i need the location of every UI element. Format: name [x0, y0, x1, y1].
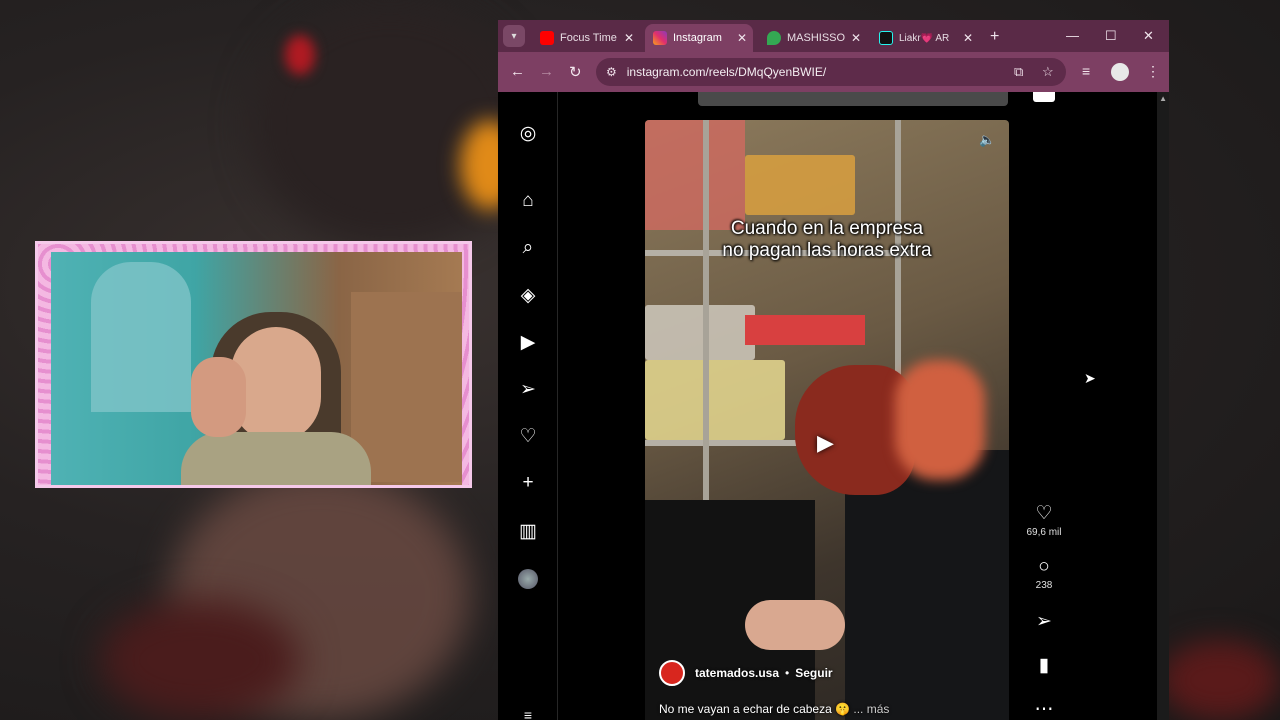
reel-owner-row: tatemados.usa • Seguir — [659, 660, 833, 686]
bookmark-icon[interactable]: ▮ — [1026, 654, 1062, 677]
tab-label: MASHISSO — [787, 32, 846, 44]
worker-hair-highlight — [895, 360, 985, 480]
like-count: 69,6 mil — [1026, 527, 1062, 538]
dashboard-chart-icon[interactable]: ▥ — [517, 520, 539, 542]
reels-icon[interactable]: ▶ — [517, 331, 539, 353]
profile-avatar[interactable] — [518, 569, 538, 589]
minimize-icon[interactable]: — — [1066, 28, 1079, 43]
maps-pin-icon — [767, 31, 781, 45]
messages-send-icon[interactable]: ➢ — [517, 378, 539, 400]
chevron-down-icon: ▾ — [511, 30, 517, 42]
instagram-page: ◎ ⌂ ⌕ ◈ ▶ ➢ ♡ + ▥ ≡ 🔈 Cuando en la empre… — [498, 92, 1169, 720]
more-menu-icon[interactable]: ≡ — [517, 704, 539, 720]
follow-button[interactable]: Seguir — [795, 666, 832, 680]
separator-dot: • — [785, 666, 790, 680]
scroll-up-arrow-icon[interactable]: ▲ — [1159, 94, 1167, 103]
new-tab-plus-icon[interactable]: + — [990, 28, 999, 46]
background-streamer-shirt — [100, 600, 300, 720]
create-plus-icon[interactable]: + — [517, 472, 539, 494]
webcam-person-body — [181, 432, 371, 485]
background-hair-clip — [285, 35, 315, 75]
play-icon[interactable]: ▶ — [817, 430, 834, 456]
profile-avatar[interactable] — [1111, 63, 1129, 81]
red-lid-bin — [745, 315, 865, 345]
share-send-icon[interactable]: ➢ — [1026, 610, 1062, 633]
search-icon[interactable]: ⌕ — [517, 237, 539, 259]
tiktok-icon — [879, 31, 893, 45]
tab-label: Liakr💗 AR — [899, 32, 950, 44]
tab-focus-time[interactable]: Focus Time ✕ — [532, 24, 640, 52]
webcam-person-hand — [191, 357, 246, 437]
site-settings-icon[interactable]: ⚙ — [606, 65, 617, 79]
more-link[interactable]: ... más — [853, 702, 889, 716]
menu-kebab-icon[interactable]: ⋮ — [1146, 63, 1160, 80]
tab-search-button[interactable]: ▾ — [503, 25, 525, 47]
close-icon[interactable]: ✕ — [737, 31, 747, 45]
explore-compass-icon[interactable]: ◈ — [517, 284, 539, 306]
instagram-icon — [653, 31, 667, 45]
more-dots-icon[interactable]: ⋯ — [1026, 698, 1062, 720]
comment-bubble-icon[interactable]: ○ — [1026, 556, 1062, 578]
video-caption-overlay: Cuando en la empresa no pagan las horas … — [645, 218, 1009, 262]
shelf-bin — [645, 360, 785, 440]
owner-avatar[interactable] — [659, 660, 685, 686]
bookmark-star-icon[interactable]: ☆ — [1042, 64, 1054, 80]
instagram-sidebar: ◎ ⌂ ⌕ ◈ ▶ ➢ ♡ + ▥ ≡ — [498, 92, 558, 720]
tab-instagram[interactable]: Instagram ✕ — [645, 24, 753, 52]
tab-label: Instagram — [673, 32, 722, 44]
install-app-icon[interactable]: ⧉ — [1014, 64, 1023, 80]
comment-action[interactable]: ○ 238 — [1026, 556, 1062, 591]
reel-video[interactable]: 🔈 Cuando en la empresa no pagan las hora… — [645, 120, 1009, 720]
reel-description: No me vayan a echar de cabeza 🤫 ... más — [659, 702, 889, 716]
webcam-frame — [35, 241, 472, 488]
close-icon[interactable]: ✕ — [851, 31, 861, 45]
mouse-cursor-icon: ➤ — [1084, 370, 1096, 386]
comment-count: 238 — [1035, 580, 1053, 591]
heart-icon[interactable]: ♡ — [1026, 502, 1062, 525]
previous-reel-chip — [1033, 92, 1055, 102]
share-action[interactable]: ➢ — [1026, 610, 1062, 633]
reload-icon[interactable]: ↻ — [569, 63, 582, 81]
tab-strip: ▾ Focus Time ✕ Instagram ✕ MASHISSO ✕ Li… — [498, 20, 1169, 52]
shelf-box — [645, 120, 745, 230]
background-right-object — [1160, 640, 1280, 720]
home-icon[interactable]: ⌂ — [517, 190, 539, 212]
forward-arrow-icon[interactable]: → — [539, 63, 554, 80]
worker-arm — [745, 600, 845, 650]
shelf-bin — [745, 155, 855, 215]
media-controls-icon[interactable]: ≡ — [1082, 63, 1090, 79]
back-arrow-icon[interactable]: ← — [510, 63, 525, 80]
notifications-heart-icon[interactable]: ♡ — [517, 425, 539, 447]
window-close-icon[interactable]: ✕ — [1143, 28, 1154, 44]
webcam-feed — [51, 252, 462, 485]
browser-window: ▾ Focus Time ✕ Instagram ✕ MASHISSO ✕ Li… — [498, 20, 1169, 720]
page-scrollbar[interactable]: ▲ — [1157, 92, 1169, 720]
owner-username[interactable]: tatemados.usa — [695, 666, 779, 680]
url-text[interactable]: instagram.com/reels/DMqQyenBWIE/ — [627, 65, 826, 79]
caption-line-2: no pagan las horas extra — [722, 240, 932, 261]
caption-line-1: Cuando en la empresa — [730, 218, 924, 239]
address-bar[interactable]: ⚙ instagram.com/reels/DMqQyenBWIE/ ⧉ ☆ — [596, 58, 1066, 86]
close-icon[interactable]: ✕ — [963, 31, 973, 45]
tab-label: Focus Time — [560, 32, 617, 44]
mute-speaker-icon[interactable]: 🔈 — [979, 132, 995, 148]
tab-tiktok[interactable]: Liakr💗 AR ✕ — [871, 24, 979, 52]
save-action[interactable]: ▮ — [1026, 654, 1062, 677]
shelf-bin — [645, 305, 755, 360]
youtube-icon — [540, 31, 554, 45]
maximize-icon[interactable]: ☐ — [1105, 28, 1117, 44]
instagram-logo-icon[interactable]: ◎ — [517, 122, 539, 144]
browser-toolbar: ← → ↻ ⚙ instagram.com/reels/DMqQyenBWIE/… — [498, 52, 1169, 92]
tab-mashisso[interactable]: MASHISSO ✕ — [759, 24, 867, 52]
more-options-action[interactable]: ⋯ — [1026, 698, 1062, 720]
close-icon[interactable]: ✕ — [624, 31, 634, 45]
previous-reel-edge — [698, 92, 1008, 106]
like-action[interactable]: ♡ 69,6 mil — [1026, 502, 1062, 538]
webcam-wood-shelf — [351, 292, 462, 482]
webcam-wall-art — [91, 262, 191, 412]
description-text: No me vayan a echar de cabeza 🤫 — [659, 702, 851, 716]
